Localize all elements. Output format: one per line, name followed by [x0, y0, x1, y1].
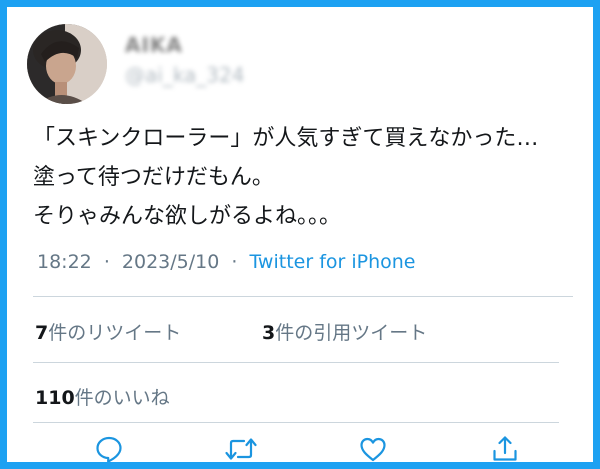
reply-icon [96, 436, 122, 462]
tweet-card: AIKA @ai_ka_324 「スキンクローラー」が人気すぎて買えなかった… … [0, 0, 600, 469]
action-bar [7, 429, 593, 462]
like-icon [360, 437, 386, 462]
like-button[interactable] [353, 429, 393, 462]
divider [33, 422, 559, 423]
tweet-meta: 18:22 · 2023/5/10 · Twitter for iPhone [37, 251, 416, 273]
user-handle[interactable]: @ai_ka_324 [125, 63, 244, 87]
divider [33, 296, 573, 297]
retweet-icon [225, 438, 257, 460]
share-icon [493, 436, 517, 461]
avatar[interactable] [27, 24, 107, 104]
like-count-label: 件のいいね [74, 387, 170, 409]
quote-count: 3 [262, 322, 276, 344]
quote-count-label: 件の引用ツイート [275, 322, 428, 344]
tweet-date[interactable]: 2023/5/10 [122, 251, 219, 273]
retweet-count: 7 [35, 322, 49, 344]
meta-separator: · [231, 251, 238, 273]
retweet-button[interactable] [221, 429, 261, 462]
tweet-line: 塗って待つだけだもん。 [33, 165, 274, 190]
tweet-source-link[interactable]: Twitter for iPhone [249, 251, 415, 273]
retweet-count-link[interactable]: 7件のリツイート [35, 318, 181, 345]
display-name[interactable]: AIKA [125, 33, 244, 57]
tweet-time[interactable]: 18:22 [37, 251, 92, 273]
avatar-photo [27, 24, 107, 104]
tweet-line: そりゃみんな欲しがるよね。。。 [33, 204, 342, 229]
retweet-count-label: 件のリツイート [48, 322, 182, 344]
user-info[interactable]: AIKA @ai_ka_324 [125, 33, 244, 87]
like-count-link[interactable]: 110件のいいね [35, 383, 170, 410]
reply-button[interactable] [89, 429, 129, 462]
like-count: 110 [35, 387, 75, 409]
divider [33, 362, 559, 363]
tweet-text: 「スキンクローラー」が人気すぎて買えなかった… 塗って待つだけだもん。 そりゃみ… [33, 119, 593, 236]
tweet-line: 「スキンクローラー」が人気すぎて買えなかった… [33, 126, 539, 151]
share-button[interactable] [485, 429, 525, 462]
quote-count-link[interactable]: 3件の引用ツイート [262, 318, 427, 345]
meta-separator: · [103, 251, 110, 273]
